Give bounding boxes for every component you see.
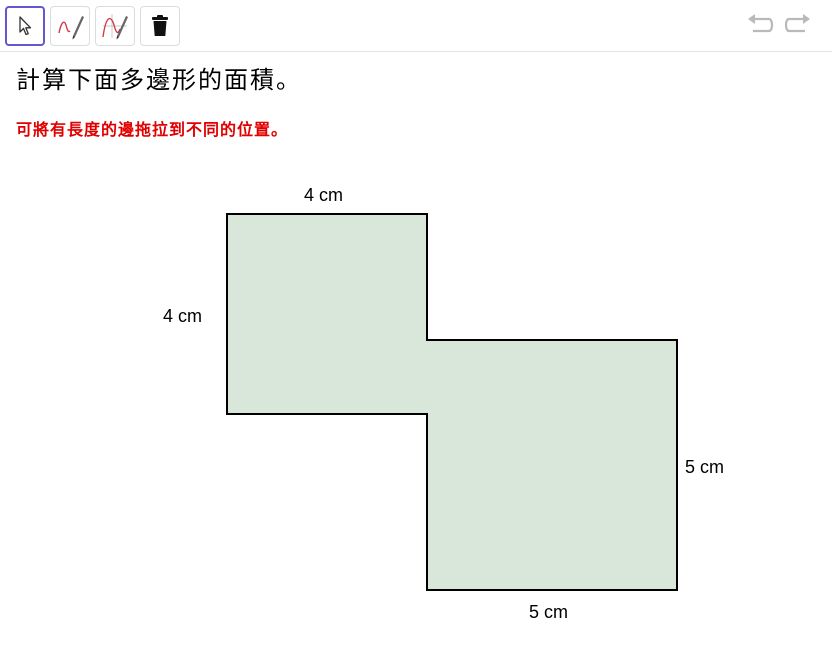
polygon-figure — [226, 213, 678, 591]
toolbar — [0, 0, 832, 52]
redo-icon — [783, 13, 813, 41]
composite-polygon — [226, 213, 678, 591]
graphics-canvas[interactable]: 計算下面多邊形的面積。 可將有長度的邊拖拉到不同的位置。 4 cm 4 cm 5… — [0, 52, 832, 650]
freehand-tool-button[interactable] — [50, 6, 90, 46]
left-edge-label[interactable]: 4 cm — [163, 306, 202, 327]
delete-tool-button[interactable] — [140, 6, 180, 46]
function-pen-icon — [100, 11, 130, 41]
move-tool-button[interactable] — [5, 6, 45, 46]
undo-icon — [745, 13, 775, 41]
arrow-cursor-icon — [15, 15, 35, 37]
right-edge-label[interactable]: 5 cm — [685, 457, 724, 478]
pen-icon — [55, 11, 85, 41]
redo-button[interactable] — [782, 12, 814, 42]
undo-button[interactable] — [744, 12, 776, 42]
trash-icon — [150, 14, 170, 38]
bottom-edge-label[interactable]: 5 cm — [529, 602, 568, 623]
function-pen-tool-button[interactable] — [95, 6, 135, 46]
top-edge-label[interactable]: 4 cm — [304, 185, 343, 206]
